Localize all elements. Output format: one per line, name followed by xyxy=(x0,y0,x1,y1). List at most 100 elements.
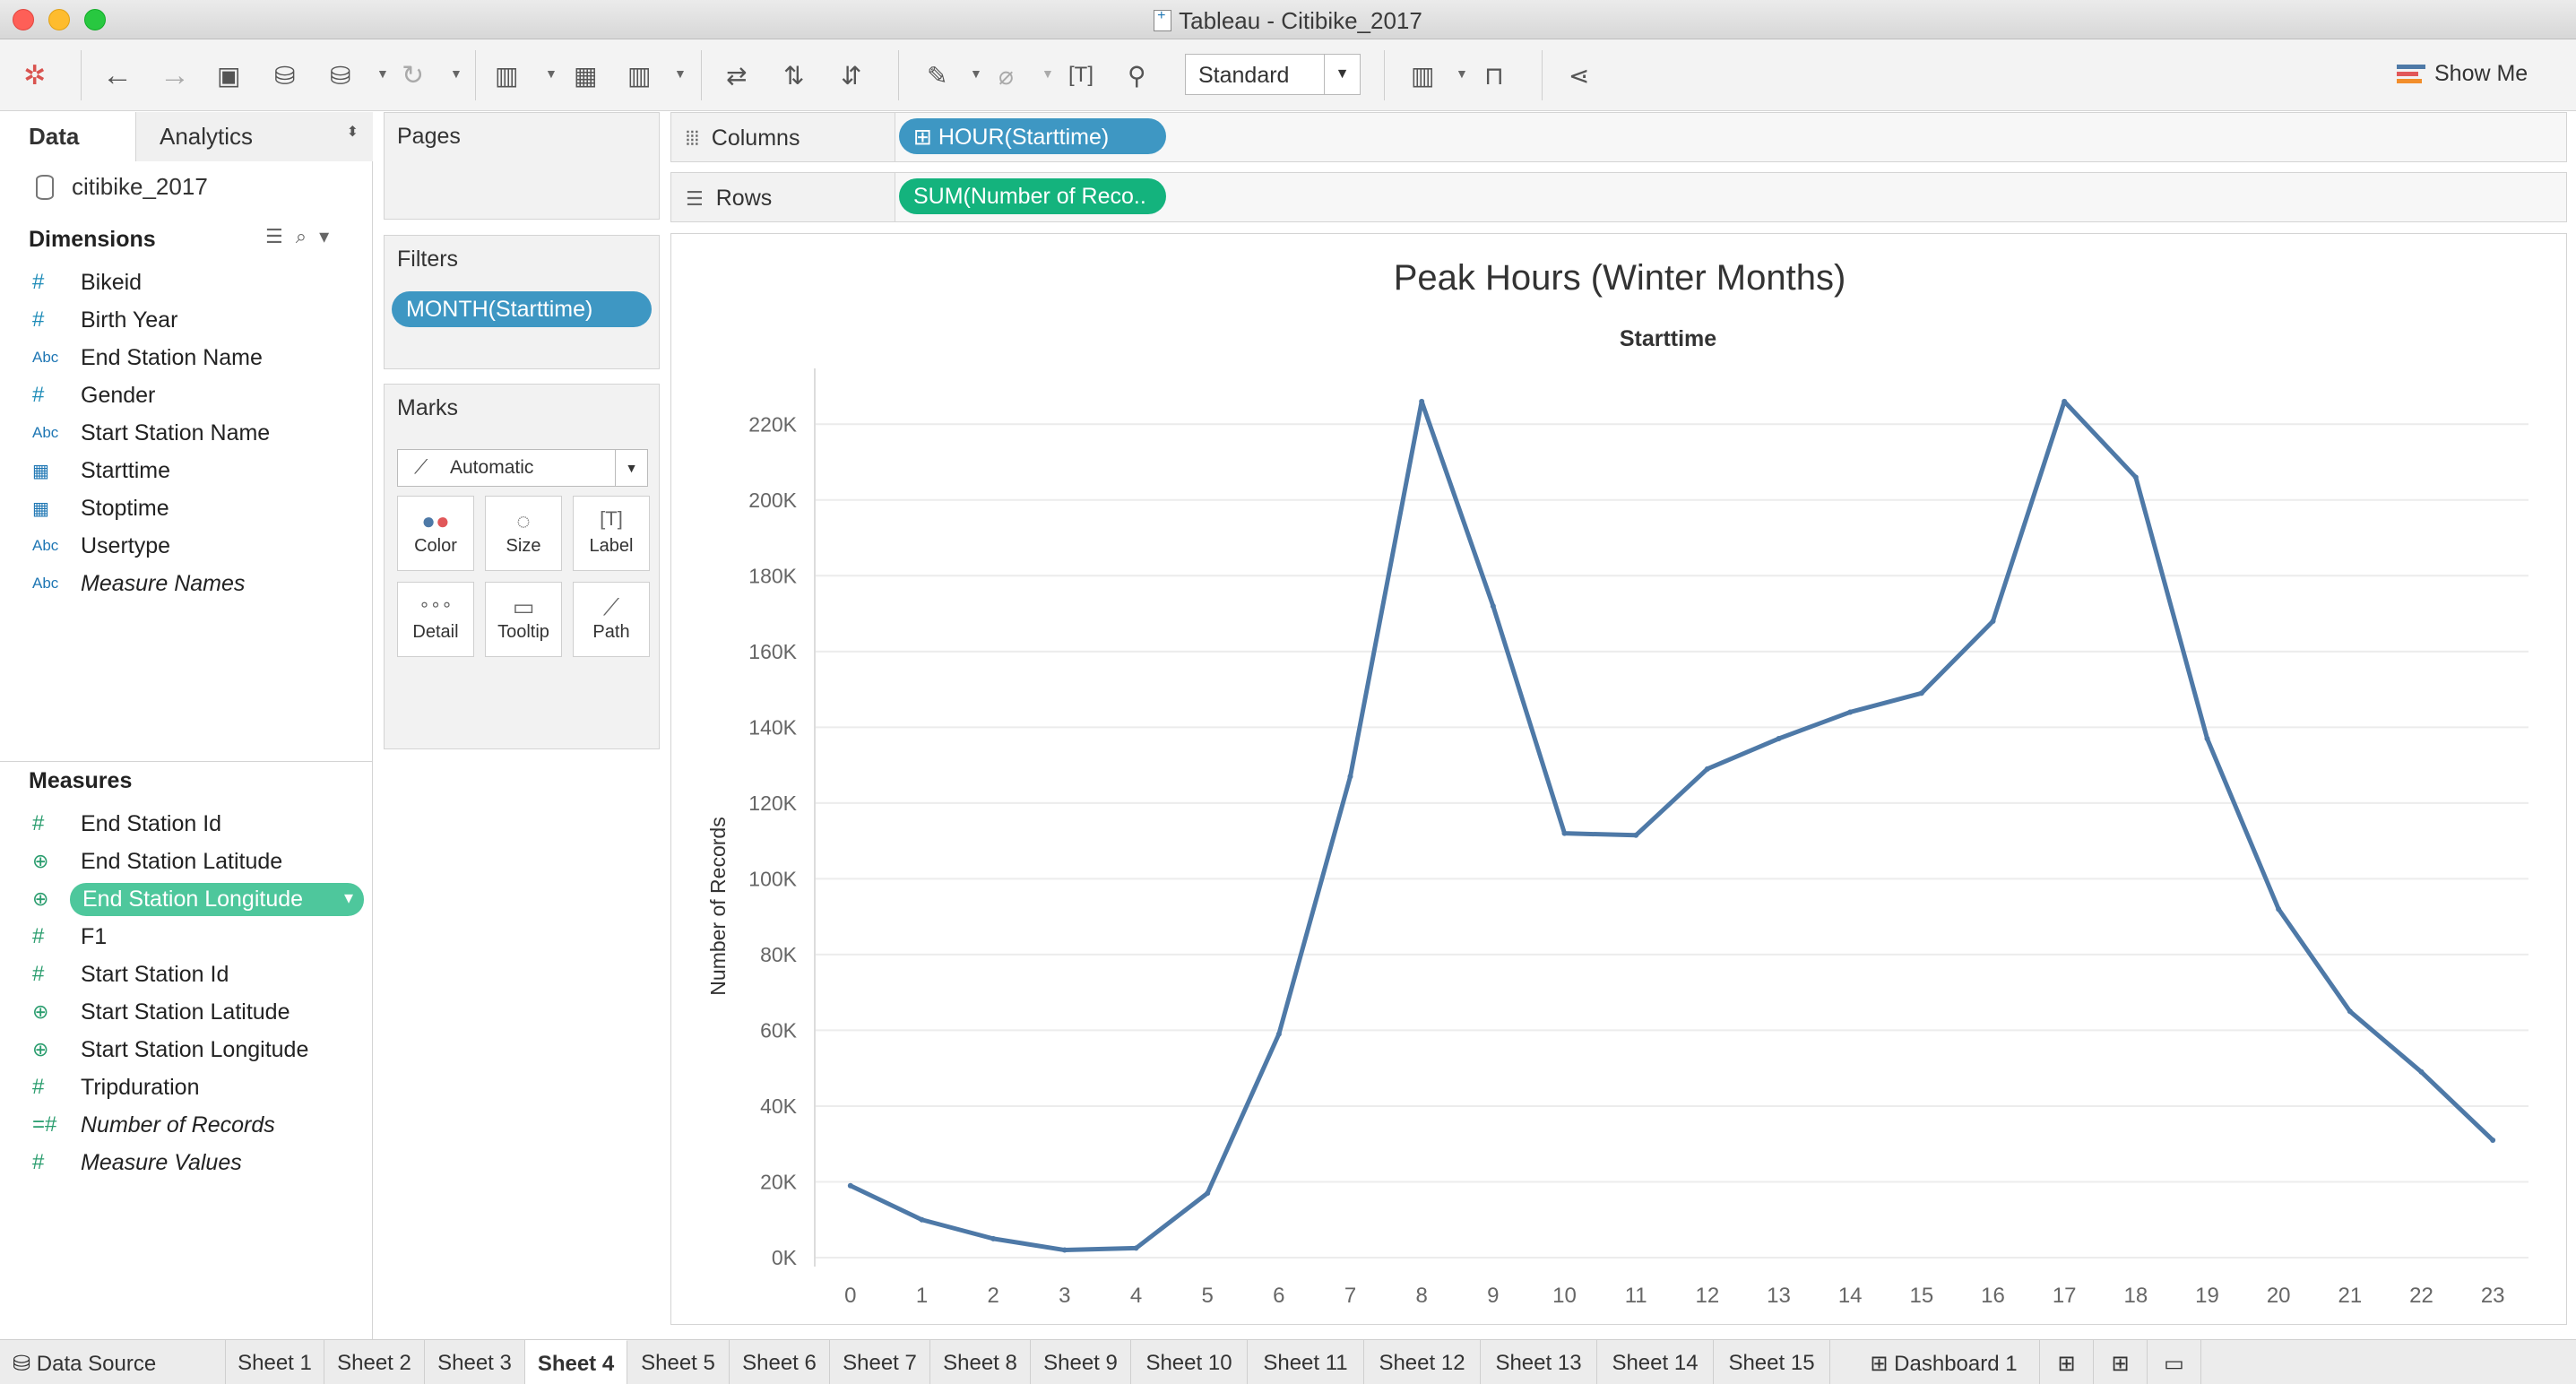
data-point[interactable] xyxy=(2276,906,2282,913)
share-icon[interactable]: ⋖ xyxy=(1569,57,1589,93)
tab-sheet[interactable]: Sheet 12 xyxy=(1364,1340,1481,1384)
data-point[interactable] xyxy=(1205,1190,1211,1197)
field-measure[interactable]: ⊕ Start Station Latitude xyxy=(32,994,364,1030)
fix-axes-icon[interactable]: ⚲ xyxy=(1128,57,1146,93)
new-worksheet-icon[interactable]: ▥ xyxy=(495,57,518,93)
columns-shelf[interactable]: ⦙⦙⦙ Columns ⊞ HOUR(Starttime) xyxy=(670,112,2567,162)
redo-icon[interactable]: → xyxy=(160,57,190,93)
data-point[interactable] xyxy=(1776,736,1782,742)
data-point[interactable] xyxy=(2204,736,2210,742)
field-measure-selected[interactable]: ⊕ End Station Longitude xyxy=(32,881,364,917)
field-measure[interactable]: # Start Station Id xyxy=(32,956,364,992)
size-button[interactable]: ◌ Size xyxy=(485,496,562,571)
line-chart[interactable]: Peak Hours (Winter Months) Starttime Num… xyxy=(671,234,2568,1326)
chevron-down-icon[interactable]: ▼ xyxy=(970,66,982,81)
new-dashboard-tab-icon[interactable]: ⊞ xyxy=(2094,1340,2148,1384)
sort-descending-icon[interactable]: ⇵ xyxy=(841,57,861,93)
tab-data-source[interactable]: ⛁ Data Source xyxy=(0,1340,226,1384)
field-dimension[interactable]: Abc End Station Name xyxy=(32,340,364,376)
data-point[interactable] xyxy=(1990,618,1996,625)
tab-sheet[interactable]: Sheet 2 xyxy=(324,1340,425,1384)
view-list-icon[interactable]: ☰ xyxy=(265,225,296,247)
field-dimension[interactable]: ▦ Starttime xyxy=(32,453,364,489)
tab-dashboard[interactable]: ⊞ Dashboard 1 xyxy=(1848,1340,2040,1384)
field-measure[interactable]: =# Number of Records xyxy=(32,1107,364,1143)
tab-sheet[interactable]: Sheet 15 xyxy=(1714,1340,1830,1384)
rows-pill[interactable]: SUM(Number of Reco.. xyxy=(899,178,1166,214)
data-point[interactable] xyxy=(1704,766,1710,772)
tab-sheet[interactable]: Sheet 9 xyxy=(1031,1340,1131,1384)
data-point[interactable] xyxy=(1918,690,1924,696)
chevron-down-icon[interactable]: ▼ xyxy=(376,66,389,81)
chevron-down-icon[interactable]: ▼ xyxy=(450,66,462,81)
tab-sheet[interactable]: Sheet 8 xyxy=(930,1340,1031,1384)
data-point[interactable] xyxy=(2490,1137,2496,1143)
tab-sheet[interactable]: Sheet 11 xyxy=(1248,1340,1364,1384)
tableau-logo-icon[interactable]: ✲ xyxy=(23,57,46,93)
field-dimension[interactable]: Abc Start Station Name xyxy=(32,415,364,451)
group-members-icon[interactable]: ⌀ xyxy=(998,57,1014,93)
data-point[interactable] xyxy=(1347,774,1353,780)
data-point[interactable] xyxy=(1419,398,1425,404)
data-point[interactable] xyxy=(2418,1068,2425,1075)
data-point[interactable] xyxy=(1561,830,1568,836)
tab-sheet[interactable]: Sheet 4 xyxy=(525,1340,627,1384)
data-point[interactable] xyxy=(1275,1031,1282,1037)
field-measure[interactable]: # Measure Values xyxy=(32,1145,364,1181)
pane-divider[interactable] xyxy=(0,761,373,762)
field-measure[interactable]: # Tripduration xyxy=(32,1069,364,1105)
field-dimension[interactable]: # Bikeid xyxy=(32,264,364,300)
data-point[interactable] xyxy=(2347,1008,2353,1015)
columns-pill[interactable]: ⊞ HOUR(Starttime) xyxy=(899,118,1166,154)
filters-card[interactable]: Filters MONTH(Starttime) xyxy=(384,235,660,369)
data-point[interactable] xyxy=(1061,1247,1068,1253)
new-datasource-icon[interactable]: ⛁ xyxy=(274,57,295,93)
chevron-down-icon[interactable]: ▾ xyxy=(319,225,341,247)
datasource-name[interactable]: citibike_2017 xyxy=(72,173,208,201)
tab-sheet[interactable]: Sheet 13 xyxy=(1481,1340,1597,1384)
tooltip-button[interactable]: ▭ Tooltip xyxy=(485,582,562,657)
show-mark-labels-icon[interactable]: [T] xyxy=(1068,57,1094,93)
filter-pill[interactable]: MONTH(Starttime) xyxy=(392,291,652,327)
field-dimension[interactable]: ▦ Stoptime xyxy=(32,490,364,526)
show-cards-icon[interactable]: ▥ xyxy=(1411,57,1434,93)
data-point[interactable] xyxy=(1847,709,1854,715)
duplicate-sheet-icon[interactable]: ▦ xyxy=(574,57,597,93)
detail-button[interactable]: ∘∘∘ Detail xyxy=(397,582,474,657)
data-point[interactable] xyxy=(1490,603,1496,610)
tab-sheet[interactable]: Sheet 10 xyxy=(1131,1340,1248,1384)
swap-rows-columns-icon[interactable]: ⇄ xyxy=(726,57,747,93)
field-measure[interactable]: ⊕ End Station Latitude xyxy=(32,843,364,879)
field-dimension[interactable]: Abc Usertype xyxy=(32,528,364,564)
highlight-icon[interactable]: ✎ xyxy=(927,57,947,93)
tab-sheet[interactable]: Sheet 1 xyxy=(226,1340,324,1384)
undo-icon[interactable]: ← xyxy=(102,57,133,93)
sort-ascending-icon[interactable]: ⇅ xyxy=(783,57,804,93)
tab-data[interactable]: Data xyxy=(0,112,136,161)
series-line[interactable] xyxy=(849,399,2494,1253)
data-point[interactable] xyxy=(1633,832,1639,838)
chevron-down-icon[interactable]: ▼ xyxy=(545,66,558,81)
field-dimension[interactable]: Abc Measure Names xyxy=(32,566,364,601)
tab-sheet[interactable]: Sheet 6 xyxy=(730,1340,830,1384)
refresh-icon[interactable]: ↻ xyxy=(402,57,424,93)
pause-updates-icon[interactable]: ⛁ xyxy=(330,57,350,93)
pages-card[interactable]: Pages xyxy=(384,112,660,220)
data-point[interactable] xyxy=(919,1216,925,1223)
tab-sheet[interactable]: Sheet 7 xyxy=(830,1340,930,1384)
tab-sheet[interactable]: Sheet 5 xyxy=(627,1340,730,1384)
chevron-down-icon[interactable]: ▼ xyxy=(674,66,687,81)
data-point[interactable] xyxy=(847,1182,853,1189)
data-point[interactable] xyxy=(2062,398,2068,404)
field-dimension[interactable]: # Gender xyxy=(32,377,364,413)
data-point[interactable] xyxy=(1133,1245,1139,1251)
chevron-down-icon[interactable]: ▼ xyxy=(1042,66,1054,81)
tab-sheet[interactable]: Sheet 3 xyxy=(425,1340,525,1384)
search-icon[interactable]: ⌕ xyxy=(296,225,319,247)
clear-sheet-icon[interactable]: ▥ xyxy=(627,57,651,93)
tab-analytics[interactable]: Analytics ⬍ xyxy=(136,112,373,161)
field-measure[interactable]: # End Station Id xyxy=(32,806,364,842)
new-story-tab-icon[interactable]: ▭ xyxy=(2148,1340,2201,1384)
field-measure[interactable]: # F1 xyxy=(32,919,364,955)
fit-select[interactable]: Standard ▼ xyxy=(1185,54,1361,95)
